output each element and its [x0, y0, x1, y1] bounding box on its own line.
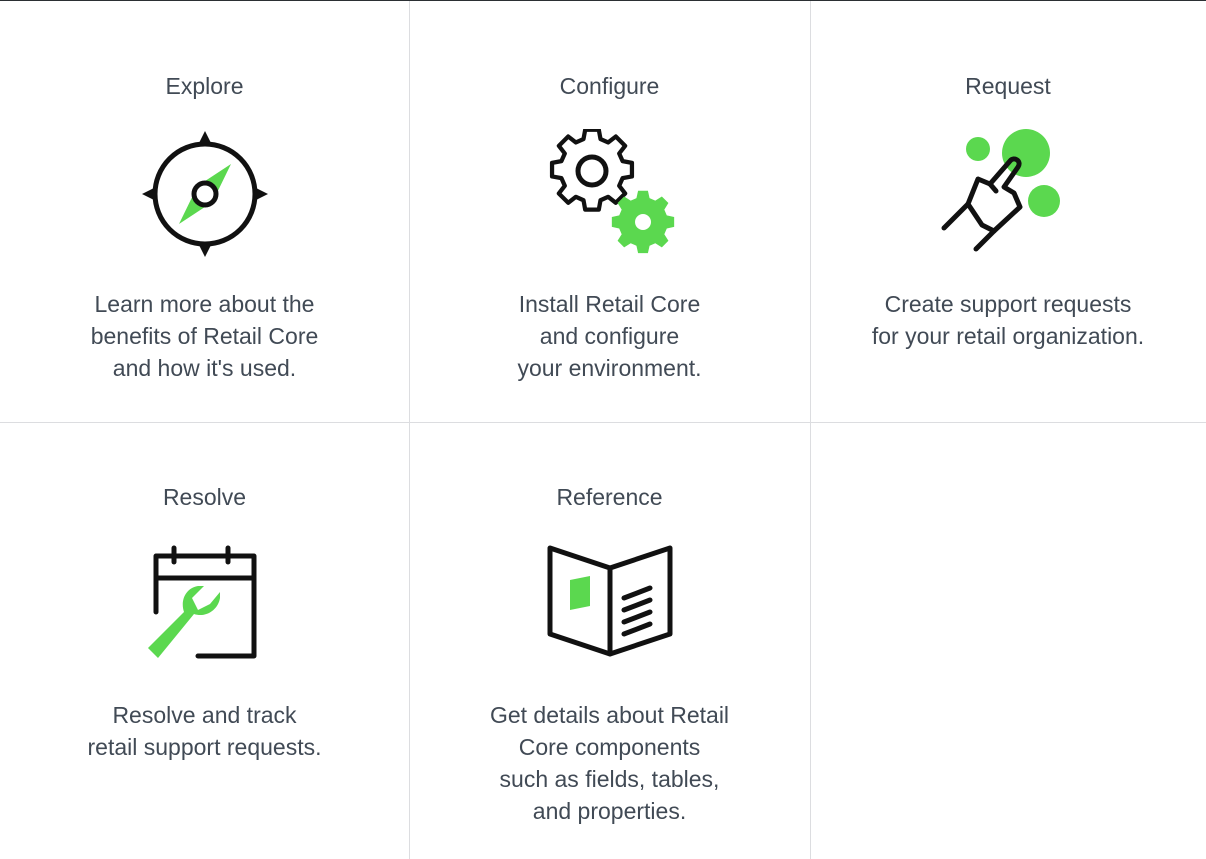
calendar-wrench-icon [135, 535, 275, 675]
card-grid: Explore Learn more about the benefits of… [0, 0, 1206, 859]
gears-icon [540, 124, 680, 264]
card-description: Get details about Retail Core components… [489, 702, 730, 824]
card-description: Create support requests for your retail … [871, 291, 1145, 349]
open-book-icon [540, 535, 680, 675]
card-description: Learn more about the benefits of Retail … [90, 291, 319, 381]
card-resolve[interactable]: Resolve Resolve and track retail support… [0, 483, 409, 763]
card-title: Reference [556, 484, 663, 510]
pointing-hand-icon [938, 124, 1078, 264]
card-description: Resolve and track retail support request… [87, 702, 322, 760]
row-divider [0, 422, 1206, 423]
compass-icon [135, 124, 275, 264]
card-title: Request [965, 73, 1051, 99]
card-reference[interactable]: Reference Get details about Retail Core … [409, 483, 810, 827]
card-explore[interactable]: Explore Learn more about the benefits of… [0, 72, 409, 384]
card-title: Configure [559, 73, 660, 99]
card-request[interactable]: Request Create support requests for your… [810, 72, 1206, 352]
card-description: Install Retail Core and configure your e… [517, 291, 702, 381]
card-title: Explore [165, 73, 244, 99]
card-configure[interactable]: Configure Install Retail Core and config… [409, 72, 810, 384]
card-title: Resolve [162, 484, 247, 510]
